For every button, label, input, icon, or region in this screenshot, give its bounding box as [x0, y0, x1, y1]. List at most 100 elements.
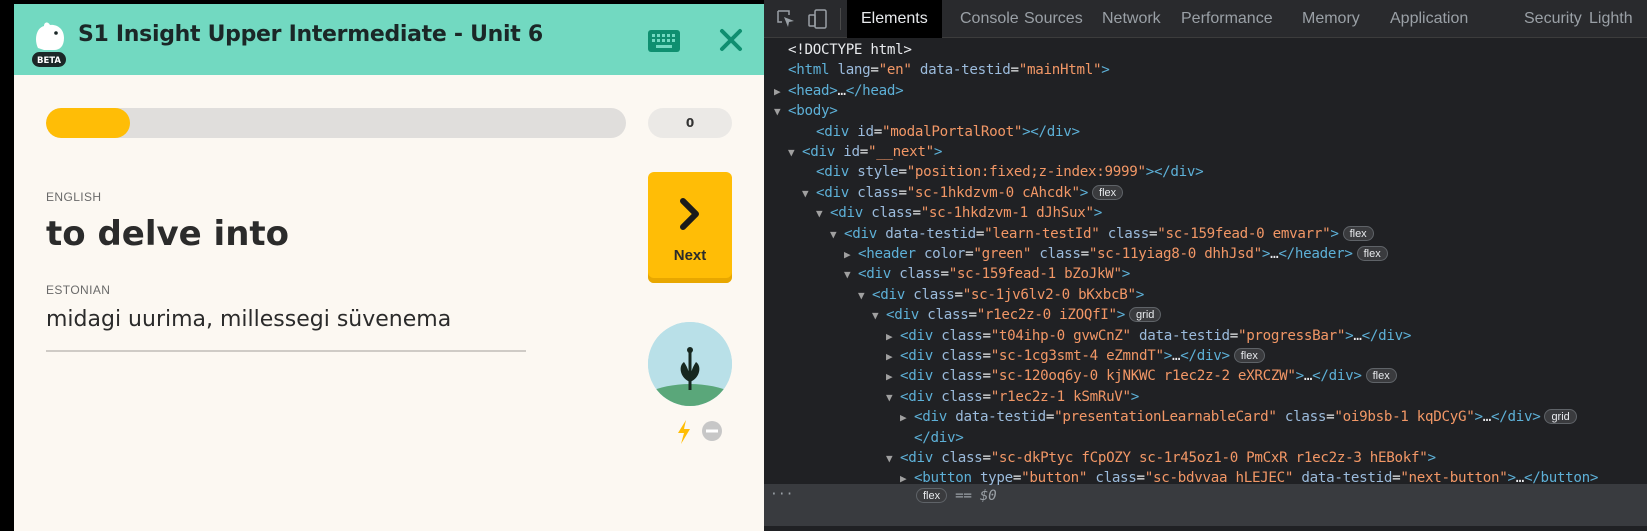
- dom-token: <div: [900, 388, 942, 405]
- dom-node-line[interactable]: ▼ <div class="sc-1hkdzvm-0 cAhcdk"> flex: [802, 183, 1124, 204]
- tab-sources[interactable]: Sources: [1010, 0, 1097, 38]
- tab-performance[interactable]: Performance: [1167, 0, 1287, 38]
- dom-token: =: [1148, 225, 1158, 242]
- dom-token: <div: [844, 225, 886, 242]
- app-header: BETA S1 Insight Upper Intermediate - Uni…: [14, 4, 764, 75]
- ignore-word-icon[interactable]: [701, 420, 723, 442]
- dom-token: =: [975, 225, 985, 242]
- devtools-tab-bar: Elements Console Sources Network Performance…: [764, 0, 1647, 38]
- layout-badge[interactable]: flex: [1092, 184, 1124, 200]
- expand-down-icon[interactable]: ▼: [844, 264, 858, 285]
- dom-node-line[interactable]: <html lang="en" data-testid="mainHtml">: [774, 60, 1110, 81]
- node-actions-ellipsis[interactable]: ···: [770, 487, 793, 502]
- layout-badge[interactable]: flex: [1356, 246, 1388, 261]
- dom-node-line[interactable]: <div style="position:fixed;z-index:9999"…: [802, 162, 1204, 183]
- layout-badge[interactable]: flex: [1233, 348, 1265, 363]
- dom-token: <div: [886, 307, 928, 324]
- dom-node-line[interactable]: ▼ <div class="r1ec2z-1 kSmRuV">: [886, 387, 1139, 408]
- tab-elements[interactable]: Elements: [847, 0, 942, 38]
- layout-badge[interactable]: flex: [916, 487, 948, 503]
- dom-token: class: [941, 348, 983, 364]
- dom-token: =: [859, 144, 869, 160]
- layout-badge[interactable]: flex: [1342, 225, 1374, 241]
- expand-right-icon[interactable]: ▶: [886, 346, 900, 367]
- dom-node-line[interactable]: ▶ <button type="button" class="sc-bdvvaa …: [900, 468, 1598, 489]
- expand-right-icon[interactable]: ▶: [900, 468, 914, 489]
- dom-token: data-testid: [955, 409, 1046, 426]
- expand-right-icon[interactable]: ▶: [844, 244, 858, 265]
- dom-token: …: [837, 82, 846, 99]
- dom-token: class: [1031, 246, 1081, 262]
- expand-down-icon[interactable]: ▼: [774, 101, 788, 122]
- tab-lighth[interactable]: Lighth: [1575, 0, 1647, 38]
- dom-token: class: [941, 327, 983, 344]
- dom-node-line[interactable]: ▼ <div class="sc-1jv6lv2-0 bKxbcB">: [858, 285, 1144, 306]
- expand-down-icon[interactable]: ▼: [872, 305, 886, 326]
- inspect-element-icon[interactable]: [776, 9, 796, 29]
- expand-right-icon[interactable]: ▶: [900, 407, 914, 428]
- dom-node-line[interactable]: ▶ <header color="green" class="sc-11yiag8…: [844, 244, 1388, 265]
- tab-application[interactable]: Application: [1376, 0, 1482, 38]
- dom-token: id: [843, 144, 860, 160]
- dom-node-line[interactable]: ▼ <div class="sc-dkPtyc fCpOZY sc-1r45oz1…: [886, 448, 1436, 469]
- expand-down-icon[interactable]: ▼: [886, 448, 900, 469]
- dom-node-line[interactable]: ▶ <div data-testid="presentationLearnable…: [900, 407, 1577, 428]
- lightning-bolt-icon[interactable]: [676, 420, 692, 444]
- dom-token: >: [1295, 368, 1305, 385]
- dom-node-line[interactable]: ▼ <div class="r1ec2z-0 iZOQfI"> grid: [872, 305, 1162, 326]
- expand-right-icon[interactable]: ▶: [886, 326, 900, 347]
- expand-down-icon[interactable]: ▼: [886, 387, 900, 408]
- layout-badge[interactable]: grid: [1544, 409, 1577, 425]
- dom-token: </div>: [1312, 368, 1362, 385]
- dom-node-line[interactable]: ▼ <div class="sc-1hkdzvm-1 dJhSux">: [816, 203, 1102, 224]
- dom-token: =: [954, 286, 963, 303]
- dom-token: =: [982, 327, 991, 344]
- dom-node-line[interactable]: ▶ <div class="t04ihp-0 gvwCnZ" data-testi…: [886, 326, 1411, 347]
- dom-token: "progressBar": [1237, 327, 1346, 344]
- dom-token: <div: [858, 266, 900, 283]
- dom-node-line[interactable]: ▶ <div class="sc-1cg3smt-4 eZmndT">…</div…: [886, 346, 1265, 367]
- expand-right-icon[interactable]: ▶: [886, 366, 900, 387]
- keyboard-icon[interactable]: [648, 30, 680, 52]
- device-toolbar-icon[interactable]: [808, 9, 828, 29]
- dom-node-line[interactable]: ▶ <div class="sc-120oq6y-0 kjNKWC r1ec2z-…: [886, 366, 1397, 387]
- dom-token: "sc-11yiag8-0 dhhJsd": [1088, 246, 1262, 262]
- dom-token: <div: [872, 286, 914, 303]
- dom-node-line[interactable]: ▼ <div data-testid="learn-testId" class="…: [830, 224, 1374, 245]
- source-word: to delve into: [46, 214, 290, 254]
- expand-down-icon[interactable]: ▼: [802, 183, 816, 204]
- close-icon[interactable]: [717, 26, 745, 54]
- dom-node-line[interactable]: ▼ <div id="__next">: [788, 142, 942, 163]
- dom-token: <div: [900, 450, 942, 466]
- expand-down-icon[interactable]: ▼: [858, 285, 872, 306]
- target-word: midagi uurima, millessegi süvenema: [46, 307, 452, 332]
- expand-down-icon[interactable]: ▼: [788, 142, 802, 163]
- layout-badge[interactable]: grid: [1129, 307, 1162, 323]
- dom-token: class: [1087, 470, 1137, 487]
- dom-token: "modalPortalRoot": [881, 123, 1023, 140]
- tab-memory[interactable]: Memory: [1288, 0, 1374, 38]
- progress-bar: [46, 108, 626, 138]
- score-counter: 0: [648, 108, 732, 138]
- dom-token: ></div>: [1022, 123, 1080, 140]
- dom-node-line[interactable]: ▼ <div class="sc-159fead-1 bZoJkW">: [844, 264, 1130, 285]
- dom-node-line[interactable]: ▼ <body>: [774, 101, 838, 122]
- dom-token: class: [941, 368, 983, 385]
- dom-token: "sc-1hkdzvm-1 dJhSux": [920, 205, 1094, 222]
- dom-node-line[interactable]: ▶ <head>…</head>: [774, 81, 904, 102]
- tab-network[interactable]: Network: [1088, 0, 1175, 38]
- expand-down-icon[interactable]: ▼: [816, 203, 830, 224]
- dom-node-line[interactable]: <!DOCTYPE html>: [774, 40, 912, 61]
- dom-token: >: [1121, 266, 1131, 283]
- dom-token: "t04ihp-0 gvwCnZ": [990, 327, 1131, 344]
- dom-token: <div: [830, 205, 872, 222]
- learning-app: BETA S1 Insight Upper Intermediate - Uni…: [14, 4, 764, 531]
- dom-token: <header: [858, 246, 924, 262]
- expand-down-icon[interactable]: ▼: [830, 224, 844, 245]
- layout-badge[interactable]: flex: [1365, 368, 1397, 384]
- dom-node-line[interactable]: <div id="modalPortalRoot"></div>: [802, 122, 1080, 143]
- dom-node-line[interactable]: </div>: [900, 428, 964, 449]
- expand-right-icon[interactable]: ▶: [774, 81, 788, 102]
- next-button[interactable]: Next: [648, 172, 732, 283]
- dom-token: =: [912, 205, 921, 222]
